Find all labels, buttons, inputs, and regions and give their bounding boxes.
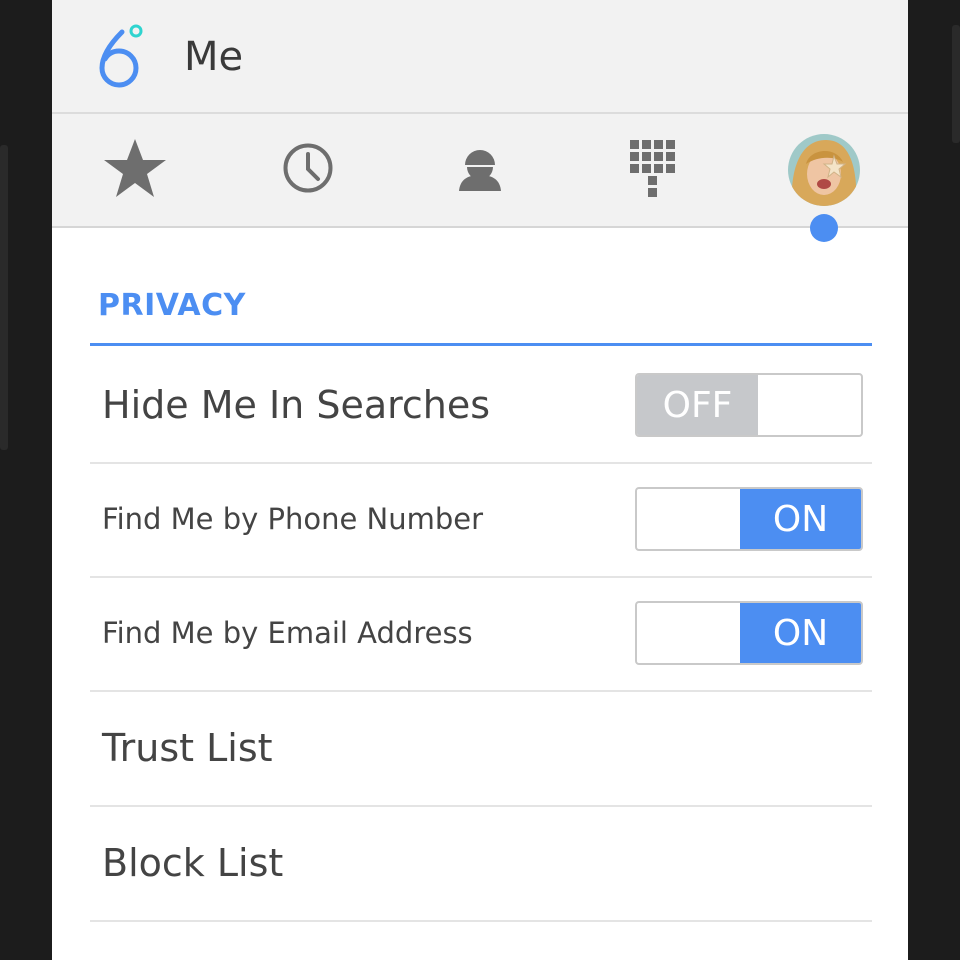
setting-label: Hide Me In Searches — [102, 383, 491, 427]
person-icon — [456, 143, 504, 197]
star-icon — [103, 137, 167, 203]
dialpad-icon — [628, 138, 676, 202]
toggle-state-label: ON — [740, 489, 861, 549]
hide-in-searches-toggle[interactable]: OFF — [635, 373, 863, 437]
setting-row-find-by-email: Find Me by Email Address ON — [90, 576, 872, 692]
section-divider — [90, 343, 872, 346]
setting-label: Find Me by Phone Number — [102, 502, 484, 536]
app-bar: Me — [52, 0, 908, 114]
toggle-state-label: ON — [740, 603, 861, 663]
find-by-email-toggle[interactable]: ON — [635, 601, 863, 665]
setting-label: Block List — [102, 841, 284, 885]
avatar — [788, 134, 860, 206]
setting-row-block-list[interactable]: Block List — [90, 806, 872, 922]
phone-bezel-right — [908, 0, 960, 960]
volume-button — [0, 145, 8, 450]
tab-dialpad[interactable] — [597, 114, 707, 226]
setting-row-trust-list[interactable]: Trust List — [90, 691, 872, 807]
screen: Me PRIVACY Hide Me In Searches OFF Find … — [52, 0, 908, 960]
setting-label: Find Me by Email Address — [102, 616, 473, 650]
clock-icon — [282, 142, 334, 198]
power-button — [952, 25, 960, 143]
tab-me[interactable] — [769, 114, 879, 226]
toggle-state-label: OFF — [637, 375, 758, 435]
find-by-phone-toggle[interactable]: ON — [635, 487, 863, 551]
six-logo-icon — [96, 22, 144, 90]
page-title: Me — [184, 34, 244, 80]
tab-contacts[interactable] — [425, 114, 535, 226]
setting-row-hide-in-searches: Hide Me In Searches OFF — [90, 348, 872, 464]
selected-tab-indicator — [810, 214, 838, 242]
tab-favorites[interactable] — [80, 114, 190, 226]
setting-row-find-by-phone: Find Me by Phone Number ON — [90, 462, 872, 578]
setting-label: Trust List — [102, 726, 273, 770]
phone-bezel-left — [0, 0, 52, 960]
tab-recents[interactable] — [253, 114, 363, 226]
tab-bar — [52, 114, 908, 242]
section-header-privacy: PRIVACY — [98, 288, 246, 323]
